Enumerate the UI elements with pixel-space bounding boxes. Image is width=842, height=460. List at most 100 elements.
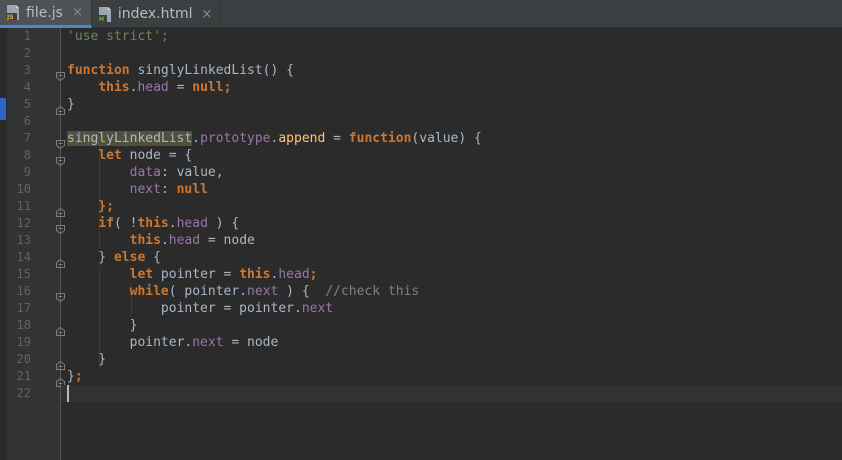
editor-tab-bar: JS file.js × H index.html × [0, 0, 842, 28]
line-number: 14 [16, 250, 31, 264]
code-line[interactable]: data: value, [67, 164, 224, 181]
code-token: node = { [121, 148, 193, 163]
code-line[interactable]: this.head = node [67, 232, 255, 249]
code-token: data [129, 165, 161, 180]
svg-text:H: H [99, 16, 104, 22]
code-token: 'use strict'; [67, 29, 169, 44]
code-line[interactable]: let node = { [67, 147, 192, 164]
line-number: 12 [16, 216, 31, 230]
code-token: = [168, 80, 193, 95]
code-token: ( pointer. [168, 284, 248, 299]
code-line[interactable]: }; [67, 368, 83, 385]
code-token: } [67, 97, 75, 112]
code-token: . [168, 216, 177, 231]
line-number: 20 [16, 352, 31, 366]
line-number: 22 [16, 386, 31, 400]
code-token: pointer = pointer. [67, 301, 302, 316]
code-token: pointer. [67, 335, 193, 350]
code-line[interactable]: pointer = pointer.next [67, 300, 333, 317]
line-number: 21 [16, 369, 31, 383]
code-line[interactable]: function singlyLinkedList() { [67, 62, 294, 79]
tab-label: index.html [117, 6, 193, 22]
line-number: 19 [16, 335, 31, 349]
code-token: if [98, 216, 114, 231]
code-line[interactable]: }; [67, 198, 114, 215]
editor-window: JS file.js × H index.html × 1 2 3 4 5 6 7 8 9 10 1… [0, 0, 842, 460]
project-tool-window-marker[interactable] [0, 98, 6, 120]
code-token: //check this [325, 284, 420, 299]
code-token: ( ! [113, 216, 138, 231]
code-token: head [137, 80, 169, 95]
code-line[interactable]: } [67, 317, 138, 334]
code-token: singlyLinkedList [67, 131, 193, 146]
code-line[interactable]: singlyLinkedList.prototype.append = func… [67, 130, 482, 147]
code-token: null [176, 182, 208, 197]
close-tab-icon[interactable]: × [202, 8, 213, 21]
code-token: this [137, 216, 169, 231]
code-line[interactable]: next: null [67, 181, 208, 198]
code-token: } [67, 318, 138, 333]
tool-window-strip [0, 28, 7, 460]
line-number: 16 [16, 284, 31, 298]
code-token: = node [223, 335, 279, 350]
code-line[interactable]: } [67, 96, 75, 113]
line-number-gutter[interactable]: 1 2 3 4 5 6 7 8 9 10 11 12 13 14 15 16 17 18 19 20 21 22 [7, 28, 65, 460]
tab-label: file.js [26, 4, 63, 21]
code-token: this [129, 233, 161, 248]
code-line[interactable]: this.head = null; [67, 79, 231, 96]
code-token: let [129, 267, 154, 282]
code-token: this [98, 80, 130, 95]
code-token: this [239, 267, 271, 282]
code-token: ) { [278, 284, 326, 299]
tab-index-html[interactable]: H index.html × [92, 0, 222, 28]
line-number: 15 [16, 267, 31, 281]
code-line[interactable]: let pointer = this.head; [67, 266, 318, 283]
line-number: 7 [23, 131, 31, 145]
code-line[interactable]: } else { [67, 249, 161, 266]
line-number: 11 [16, 199, 31, 213]
code-token: singlyLinkedList() { [129, 63, 294, 78]
line-number: 5 [23, 97, 31, 111]
javascript-file-icon: JS [6, 5, 20, 20]
text-caret [67, 385, 69, 402]
code-token: . [160, 233, 169, 248]
line-number: 2 [23, 46, 31, 60]
code-token: next [247, 284, 279, 299]
line-number: 18 [16, 318, 31, 332]
code-token: (value) { [411, 131, 482, 146]
code-line[interactable]: if( !this.head ) { [67, 215, 239, 232]
code-token: ) { [207, 216, 240, 231]
code-token: } [67, 352, 107, 367]
close-tab-icon[interactable]: × [72, 6, 83, 19]
current-line-highlight [61, 385, 842, 402]
code-token: = [325, 131, 349, 146]
code-token: ; [309, 267, 318, 282]
line-number: 10 [16, 182, 31, 196]
code-line[interactable]: 'use strict'; [67, 28, 169, 45]
tab-file-js[interactable]: JS file.js × [0, 0, 92, 28]
code-editor[interactable]: 'use strict'; function singlyLinkedList()… [61, 28, 842, 460]
code-token: pointer = [153, 267, 240, 282]
code-token: : value, [160, 165, 224, 180]
html-file-icon: H [97, 6, 112, 22]
line-number: 13 [16, 233, 31, 247]
line-number: 8 [23, 148, 31, 162]
code-line[interactable]: while( pointer.next ) { //check this [67, 283, 420, 300]
code-token: head [176, 216, 208, 231]
code-token: . [192, 131, 201, 146]
code-token: head [168, 233, 201, 248]
line-number: 3 [23, 63, 31, 77]
code-token: head [278, 267, 310, 282]
code-token: next [129, 182, 161, 197]
line-number: 1 [23, 29, 31, 43]
code-line[interactable]: pointer.next = node [67, 334, 279, 351]
code-token: : [160, 182, 177, 197]
code-line[interactable]: } [67, 351, 106, 368]
svg-text:JS: JS [6, 14, 14, 20]
